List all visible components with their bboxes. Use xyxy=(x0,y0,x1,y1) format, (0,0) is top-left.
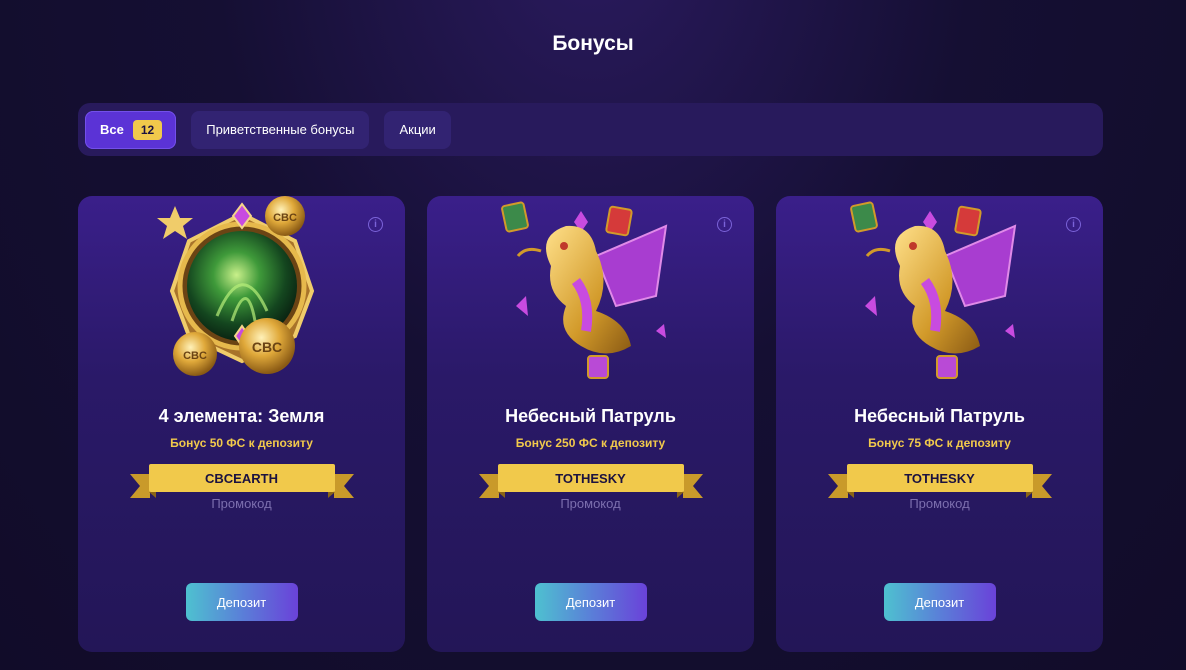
promo-code: CBCEARTH xyxy=(205,470,278,486)
bonus-subtitle: Бонус 50 ФС к депозиту xyxy=(170,436,313,450)
filter-tab-label: Акции xyxy=(399,122,436,137)
deposit-button[interactable]: Депозит xyxy=(883,583,996,621)
bonuses-page: Бонусы Все 12 Приветственные бонусы Акци… xyxy=(0,0,1186,670)
filter-tab-welcome-bonuses[interactable]: Приветственные бонусы xyxy=(191,110,370,149)
bonus-card-list: i CBC CBC CBC 4 элемента: Земля Бонус 50… xyxy=(78,196,1103,656)
promo-code: TOTHESKY xyxy=(555,470,626,486)
info-icon[interactable]: i xyxy=(1066,217,1081,232)
bonus-title: 4 элемента: Земля xyxy=(158,406,325,426)
bonus-card: i xyxy=(427,196,754,652)
filter-tab-all[interactable]: Все 12 xyxy=(85,110,177,149)
golden-dragon-icon xyxy=(496,196,686,381)
earth-orb-coins-icon: CBC CBC CBC xyxy=(147,196,337,381)
bonus-title: Небесный Патруль xyxy=(505,406,676,426)
filter-tab-promotions[interactable]: Акции xyxy=(384,110,451,149)
deposit-button[interactable]: Депозит xyxy=(185,583,298,621)
info-icon[interactable]: i xyxy=(717,217,732,232)
filter-bar: Все 12 Приветственные бонусы Акции xyxy=(78,103,1103,156)
page-title: Бонусы xyxy=(552,32,634,55)
bonus-card: i xyxy=(78,196,405,652)
filter-tab-label: Приветственные бонусы xyxy=(206,122,355,137)
deposit-button[interactable]: Депозит xyxy=(534,583,647,621)
promo-code-label: Промокод xyxy=(560,496,621,511)
bonus-subtitle: Бонус 250 ФС к депозиту xyxy=(515,436,666,450)
info-icon[interactable]: i xyxy=(368,217,383,232)
bonus-title: Небесный Патруль xyxy=(854,406,1025,426)
bonus-subtitle: Бонус 75 ФС к депозиту xyxy=(868,436,1011,450)
promo-code-ribbon[interactable]: TOTHESKY xyxy=(478,460,703,500)
svg-text:CBC: CBC xyxy=(273,212,297,224)
svg-text:CBC: CBC xyxy=(251,339,281,355)
promo-code: TOTHESKY xyxy=(904,470,975,486)
svg-text:CBC: CBC xyxy=(183,350,207,362)
promo-code-label: Промокод xyxy=(909,496,970,511)
promo-code-label: Промокод xyxy=(211,496,272,511)
promo-code-ribbon[interactable]: TOTHESKY xyxy=(827,460,1052,500)
filter-tab-label: Все xyxy=(100,122,124,137)
promo-code-ribbon[interactable]: CBCEARTH xyxy=(129,460,354,500)
golden-dragon-icon xyxy=(845,196,1035,381)
filter-count-badge: 12 xyxy=(132,119,163,140)
bonus-card: i xyxy=(776,196,1103,652)
